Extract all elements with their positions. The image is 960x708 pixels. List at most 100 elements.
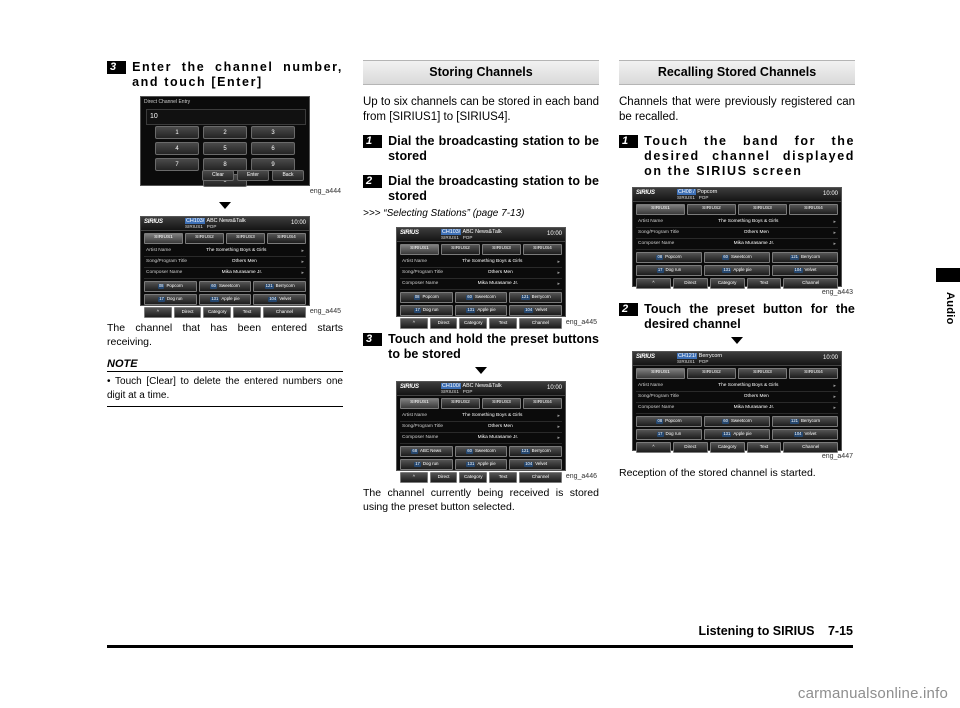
dialpad-key-1[interactable]: 1 bbox=[155, 126, 199, 139]
band-tab-sirius2[interactable]: SIRIUS2 bbox=[687, 368, 736, 379]
dialpad-key-2[interactable]: 2 bbox=[203, 126, 247, 139]
dialpad-key-4[interactable]: 4 bbox=[155, 142, 199, 155]
preset-button-2[interactable]: 60 Sweetcorn bbox=[454, 292, 508, 303]
preset-button-4[interactable]: 17 Dog run bbox=[400, 305, 453, 316]
preset-number: 17 bbox=[414, 307, 421, 313]
text-button[interactable]: Text bbox=[489, 318, 517, 329]
info-row: Composer Name Mika Murasame Jr. ▸ bbox=[636, 403, 838, 414]
channel-button[interactable]: Channel bbox=[783, 442, 839, 453]
info-row: Composer Name Mika Murasame Jr. ▸ bbox=[636, 239, 838, 250]
preset-button-1[interactable]: 08 Popcorn bbox=[400, 292, 453, 303]
band-tab-sirius4[interactable]: SIRIUS4 bbox=[789, 368, 838, 379]
category-button[interactable]: Category bbox=[459, 318, 488, 329]
channel-button[interactable]: Channel bbox=[518, 472, 563, 483]
band-tab-sirius4[interactable]: SIRIUS4 bbox=[789, 204, 838, 215]
preset-button-6[interactable]: 104 Velvet bbox=[772, 429, 838, 440]
text-button[interactable]: Text bbox=[489, 472, 517, 483]
preset-button-1[interactable]: 08 Popcorn bbox=[636, 416, 702, 427]
category-label: POP bbox=[698, 358, 709, 364]
band-tab-sirius1[interactable]: SIRIUS1 bbox=[636, 368, 685, 379]
preset-button-6[interactable]: 104 Velvet bbox=[509, 305, 563, 316]
preset-button-1[interactable]: 08 Popcorn bbox=[636, 252, 702, 263]
preset-button-4[interactable]: 17 Dog run bbox=[636, 429, 702, 440]
preset-button-2[interactable]: 60 Sweetcorn bbox=[198, 281, 252, 292]
band-tab-sirius3[interactable]: SIRIUS3 bbox=[738, 204, 787, 215]
band-tab-sirius4[interactable]: SIRIUS4 bbox=[523, 244, 562, 255]
band-tab-sirius4[interactable]: SIRIUS4 bbox=[523, 398, 562, 409]
body-text: Reception of the stored channel is start… bbox=[619, 467, 816, 479]
text-button[interactable]: Text bbox=[233, 307, 261, 318]
dialpad-key-5[interactable]: 5 bbox=[203, 142, 247, 155]
band-tab-sirius1[interactable]: SIRIUS1 bbox=[400, 398, 439, 409]
dialpad-input-field[interactable]: 10 bbox=[146, 109, 306, 125]
direct-button[interactable]: Direct bbox=[672, 442, 708, 453]
preset-button-6[interactable]: 104 Velvet bbox=[772, 265, 838, 276]
band-tab-sirius1[interactable]: SIRIUS1 bbox=[144, 233, 183, 244]
preset-button-5[interactable]: 131 Apple pie bbox=[198, 294, 252, 305]
clock: 10:00 bbox=[822, 355, 838, 361]
direct-button[interactable]: Direct bbox=[672, 278, 708, 289]
preset-button-5[interactable]: 131 Apple pie bbox=[704, 429, 770, 440]
preset-button-5[interactable]: 131 Apple pie bbox=[454, 305, 508, 316]
dialpad-key-7[interactable]: 7 bbox=[155, 158, 199, 171]
preset-button-3[interactable]: 121 Berrycorn bbox=[509, 292, 563, 303]
band-tab-sirius3[interactable]: SIRIUS3 bbox=[738, 368, 787, 379]
preset-button-2[interactable]: 60 Sweetcorn bbox=[704, 252, 770, 263]
up-button[interactable]: ^ bbox=[400, 472, 428, 483]
dialpad-key-6[interactable]: 6 bbox=[251, 142, 295, 155]
category-button[interactable]: Category bbox=[709, 278, 745, 289]
text-button[interactable]: Text bbox=[746, 278, 782, 289]
direct-button[interactable]: Direct bbox=[429, 318, 458, 329]
preset-button-5[interactable]: 131 Apple pie bbox=[704, 265, 770, 276]
preset-button-4[interactable]: 17 Dog run bbox=[400, 459, 453, 470]
channel-button[interactable]: Channel bbox=[783, 278, 839, 289]
preset-button-4[interactable]: 17 Dog run bbox=[144, 294, 197, 305]
note-rule-bottom bbox=[107, 406, 343, 407]
band-tab-sirius2[interactable]: SIRIUS2 bbox=[441, 244, 480, 255]
back-button[interactable]: Back bbox=[272, 170, 304, 181]
direct-button[interactable]: Direct bbox=[173, 307, 202, 318]
up-button[interactable]: ^ bbox=[636, 442, 671, 453]
channel-button[interactable]: Channel bbox=[262, 307, 307, 318]
preset-button-3[interactable]: 121 Berrycorn bbox=[772, 416, 838, 427]
category-button[interactable]: Category bbox=[709, 442, 745, 453]
preset-button-5[interactable]: 131 Apple pie bbox=[454, 459, 508, 470]
band-tab-sirius1[interactable]: SIRIUS1 bbox=[400, 244, 439, 255]
enter-button[interactable]: Enter bbox=[237, 170, 269, 181]
category-button[interactable]: Category bbox=[203, 307, 232, 318]
dialpad-key-3[interactable]: 3 bbox=[251, 126, 295, 139]
preset-button-1[interactable]: 08 Popcorn bbox=[144, 281, 197, 292]
dialpad-title: Direct Channel Entry bbox=[144, 99, 191, 105]
band-tab-sirius3[interactable]: SIRIUS3 bbox=[482, 398, 521, 409]
sirius-screen-a445: SIRIUS CH103/ ABC News&Talk SIRIUS1 POP … bbox=[140, 216, 310, 318]
preset-number: 131 bbox=[466, 307, 476, 313]
category-button[interactable]: Category bbox=[459, 472, 488, 483]
preset-button-6[interactable]: 104 Velvet bbox=[509, 459, 563, 470]
up-button[interactable]: ^ bbox=[636, 278, 671, 289]
text-button[interactable]: Text bbox=[746, 442, 782, 453]
preset-button-4[interactable]: 17 Dog run bbox=[636, 265, 702, 276]
clear-button[interactable]: Clear bbox=[202, 170, 234, 181]
band-tab-sirius3[interactable]: SIRIUS3 bbox=[482, 244, 521, 255]
preset-button-3[interactable]: 121 Berrycorn bbox=[253, 281, 307, 292]
preset-button-2[interactable]: 60 Sweetcorn bbox=[704, 416, 770, 427]
up-button[interactable]: ^ bbox=[144, 307, 172, 318]
band-tab-sirius2[interactable]: SIRIUS2 bbox=[687, 204, 736, 215]
bottom-toolbar: ^ Direct Category Text Channel bbox=[397, 470, 565, 485]
band-tab-sirius4[interactable]: SIRIUS4 bbox=[267, 233, 306, 244]
step-2-heading: 2 Dial the broadcasting station to be st… bbox=[363, 174, 599, 204]
preset-button-3[interactable]: 121 Berrycorn bbox=[772, 252, 838, 263]
preset-button-2[interactable]: 60 Sweetcorn bbox=[454, 446, 508, 457]
preset-button-6[interactable]: 104 Velvet bbox=[253, 294, 307, 305]
preset-button-3[interactable]: 121 Berrycorn bbox=[509, 446, 563, 457]
up-button[interactable]: ^ bbox=[400, 318, 428, 329]
channel-button[interactable]: Channel bbox=[518, 318, 563, 329]
preset-button-1[interactable]: 68 ABC News bbox=[400, 446, 453, 457]
step-text: Enter the channel number, and touch [Ent… bbox=[132, 60, 343, 89]
band-tab-sirius3[interactable]: SIRIUS3 bbox=[226, 233, 265, 244]
band-tab-sirius2[interactable]: SIRIUS2 bbox=[441, 398, 480, 409]
band-tab-sirius1[interactable]: SIRIUS1 bbox=[636, 204, 685, 215]
direct-button[interactable]: Direct bbox=[429, 472, 458, 483]
preset-row-2: 17 Dog run 131 Apple pie 104 Velvet bbox=[633, 427, 841, 440]
band-tab-sirius2[interactable]: SIRIUS2 bbox=[185, 233, 224, 244]
